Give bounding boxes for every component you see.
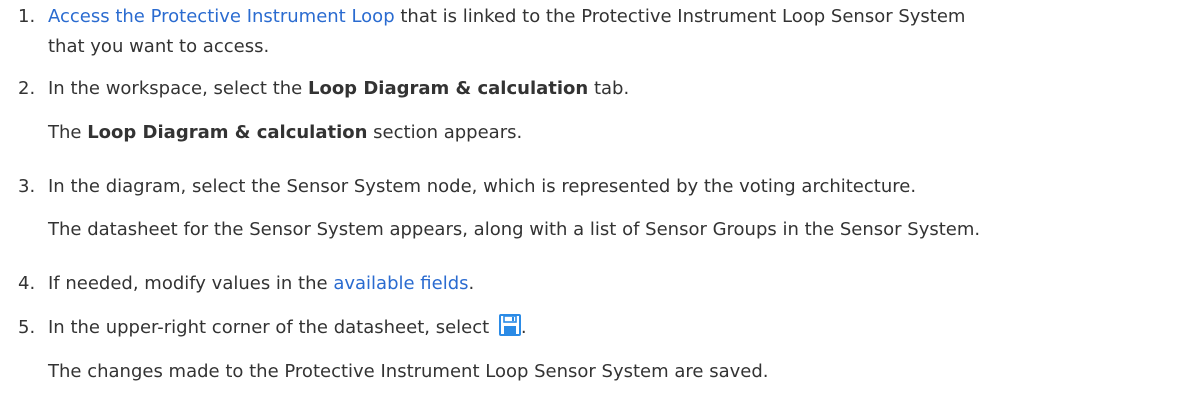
step-text-part: If needed, modify values in the xyxy=(48,273,334,294)
step-text: If needed, modify values in the availabl… xyxy=(48,269,1190,299)
step-text-part: . xyxy=(468,273,475,294)
step-text-part: tab. xyxy=(588,78,630,99)
result-text-part: The xyxy=(48,122,88,143)
step-text-part: In the upper-right corner of the datashe… xyxy=(48,317,495,338)
step-text: Access the Protective Instrument Loop th… xyxy=(48,2,1190,62)
section-name-bold: Loop Diagram & calculation xyxy=(87,122,368,143)
step-3-result: The datasheet for the Sensor System appe… xyxy=(48,219,981,240)
step-5-result: The changes made to the Protective Instr… xyxy=(48,361,769,382)
step-text-part: that you want to access. xyxy=(48,36,270,57)
step-number: 5. xyxy=(18,317,36,338)
procedure-steps: 1. Access the Protective Instrument Loop… xyxy=(0,0,1195,402)
step-text-part: . xyxy=(520,317,527,338)
step-number: 2. xyxy=(18,78,36,99)
step-text-part: In the workspace, select the xyxy=(48,78,308,99)
available-fields-link[interactable]: available fields xyxy=(333,273,468,294)
step-text-part: that is linked to the Protective Instrum… xyxy=(394,6,966,27)
step-number: 4. xyxy=(18,273,36,294)
tab-name-bold: Loop Diagram & calculation xyxy=(307,78,589,99)
step-text: In the diagram, select the Sensor System… xyxy=(48,176,917,197)
step-number: 3. xyxy=(18,176,36,197)
step-2-result: The Loop Diagram & calculation section a… xyxy=(48,118,1188,148)
access-loop-link[interactable]: Access the Protective Instrument Loop xyxy=(48,6,395,27)
step-text: In the workspace, select the Loop Diagra… xyxy=(48,74,1190,104)
result-text-part: section appears. xyxy=(367,122,523,143)
save-icon xyxy=(498,314,521,336)
step-number: 1. xyxy=(18,6,36,27)
step-text: In the upper-right corner of the datashe… xyxy=(48,313,1190,343)
